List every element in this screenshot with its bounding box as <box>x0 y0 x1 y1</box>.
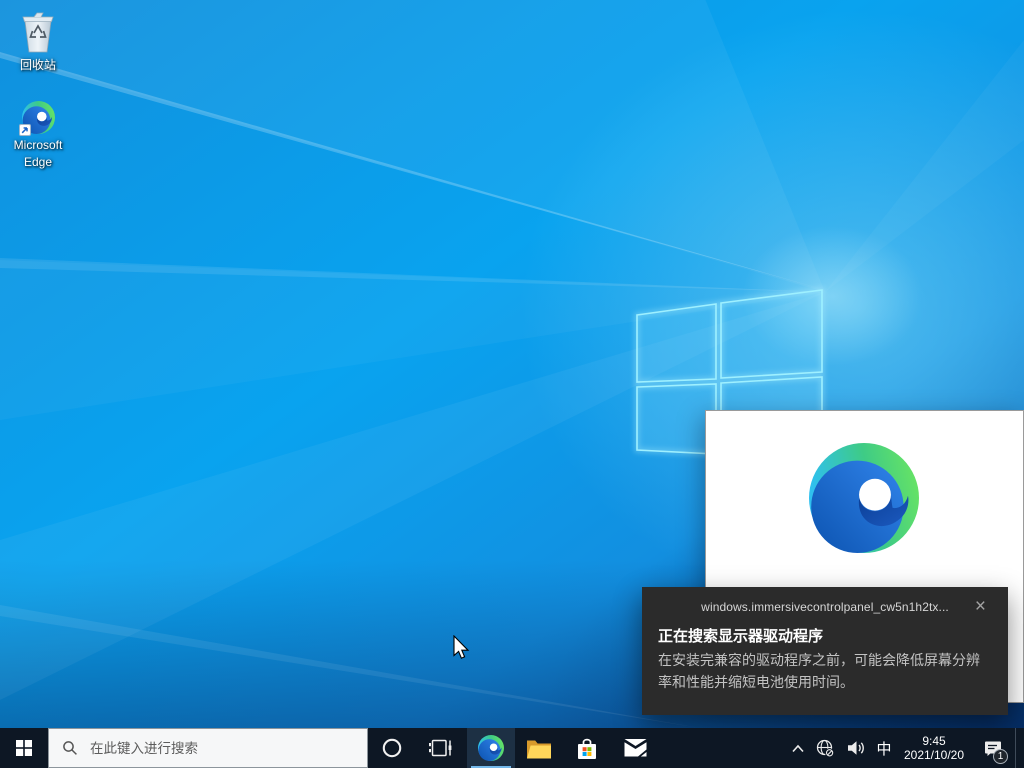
recycle-bin-label: 回收站 <box>0 57 76 74</box>
taskbar: 中 9:45 2021/10/20 1 <box>0 728 1024 768</box>
chevron-up-icon <box>791 744 805 753</box>
task-view-button[interactable] <box>416 728 464 768</box>
toast-body: 在安装完兼容的驱动程序之前，可能会降低屏幕分辨率和性能并缩短电池使用时间。 <box>658 649 992 693</box>
recycle-bin-icon <box>20 8 56 54</box>
file-explorer-button[interactable] <box>515 728 563 768</box>
taskbar-search[interactable] <box>48 728 368 768</box>
windows-start-icon <box>16 740 32 756</box>
edge-taskbar-button[interactable] <box>467 728 515 768</box>
toast-app-name: windows.immersivecontrolpanel_cw5n1h2tx.… <box>642 587 1008 614</box>
tray-expand-button[interactable] <box>787 728 809 768</box>
task-view-icon <box>429 738 452 758</box>
cortana-icon <box>381 737 403 759</box>
microsoft-store-icon <box>576 737 598 760</box>
show-desktop-button[interactable] <box>1015 728 1024 768</box>
clock-time: 9:45 <box>897 734 971 749</box>
driver-search-toast[interactable]: windows.immersivecontrolpanel_cw5n1h2tx.… <box>642 587 1008 715</box>
clock-date: 2021/10/20 <box>897 748 971 763</box>
edge-shortcut-label: Microsoft Edge <box>0 137 76 171</box>
taskbar-clock[interactable]: 9:45 2021/10/20 <box>897 728 971 768</box>
notification-count-badge: 1 <box>993 749 1008 764</box>
shortcut-arrow-icon <box>19 124 31 136</box>
volume-button[interactable] <box>841 728 871 768</box>
mail-icon <box>624 739 647 757</box>
mouse-cursor <box>452 635 471 662</box>
search-input[interactable] <box>88 740 342 757</box>
close-icon[interactable]: × <box>975 597 986 616</box>
file-explorer-icon <box>526 737 552 759</box>
action-center-button[interactable]: 1 <box>971 728 1015 768</box>
system-tray: 中 9:45 2021/10/20 1 <box>787 728 1024 768</box>
speaker-icon <box>847 740 866 756</box>
ime-label: 中 <box>876 738 891 759</box>
mail-button[interactable] <box>611 728 659 768</box>
store-button[interactable] <box>563 728 611 768</box>
edge-logo-splash <box>809 443 919 553</box>
ime-indicator[interactable]: 中 <box>871 728 897 768</box>
search-icon <box>62 740 78 756</box>
edge-desktop-shortcut[interactable]: Microsoft Edge <box>0 101 76 171</box>
recycle-bin-desktop-icon[interactable]: 回收站 <box>0 8 76 74</box>
cortana-button[interactable] <box>368 728 416 768</box>
toast-title: 正在搜索显示器驱动程序 <box>658 625 992 646</box>
globe-no-internet-icon <box>816 739 835 758</box>
edge-icon <box>478 735 504 761</box>
windows-desktop: { "desktop": { "recycle_bin_label": "回收站… <box>0 0 1024 768</box>
start-button[interactable] <box>0 728 48 768</box>
network-status-button[interactable] <box>809 728 841 768</box>
